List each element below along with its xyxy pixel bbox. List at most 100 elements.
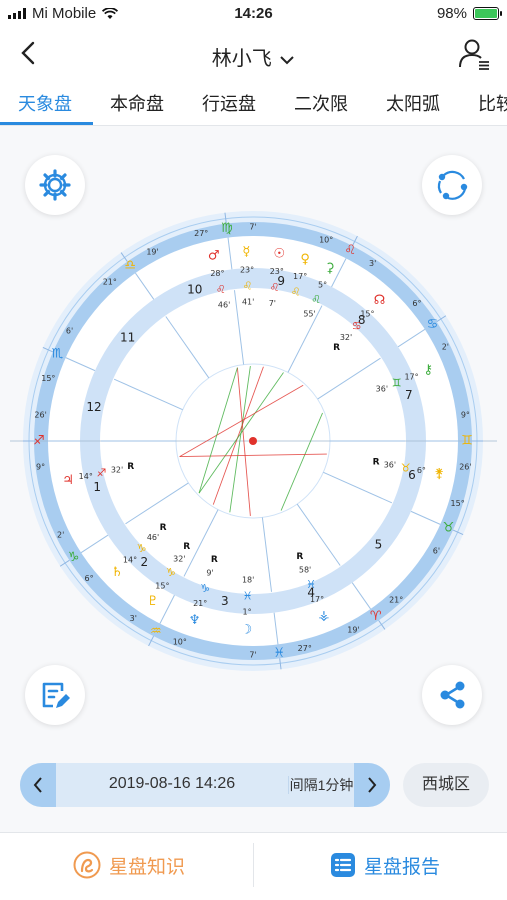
planet-sign: ♌ bbox=[243, 280, 253, 293]
edit-icon bbox=[42, 682, 70, 708]
planet-glyph: ⚷ bbox=[423, 363, 433, 378]
planet-degree: 14° bbox=[79, 472, 93, 481]
planet-minute: 55' bbox=[303, 310, 315, 319]
retrograde-marker: R bbox=[333, 343, 340, 353]
chart-report-button[interactable]: 星盘报告 bbox=[330, 849, 440, 881]
planet-glyph: ♀ bbox=[300, 252, 310, 267]
planet-glyph: ⚵ bbox=[434, 466, 444, 481]
planet-minute: 58' bbox=[299, 565, 311, 574]
planet-sign: ♑ bbox=[200, 582, 210, 595]
house-number: 1 bbox=[93, 480, 101, 494]
planet-degree: 15° bbox=[155, 582, 169, 591]
retrograde-marker: R bbox=[160, 523, 167, 533]
next-time-button[interactable] bbox=[354, 763, 390, 807]
location-button[interactable]: 西城区 bbox=[403, 763, 489, 807]
planet-sign: ♋ bbox=[352, 319, 362, 332]
planet-sign: ♓ bbox=[306, 578, 316, 591]
bottom-bar: 星盘知识 星盘报告 bbox=[0, 832, 507, 900]
chart-area: ♐ 9° 26' ♑ 6° 2' ♒ 10° 3' ♓ 27° 7' ♈ 21° 19' ♉ 15° 6' ♊ 9° 2… bbox=[0, 127, 507, 757]
previous-time-button[interactable] bbox=[20, 763, 56, 807]
chart-type-tabs: 天象盘 本命盘 行运盘 二次限 太阳弧 比较 bbox=[0, 80, 507, 126]
astrology-chart-wheel[interactable]: ♐9°26'♑6°2'♒10°3'♓ 27°7'♈21°19'♉15°6'♊9°2… bbox=[0, 127, 507, 757]
planet-degree: 28° bbox=[210, 269, 224, 278]
clock: 14:26 bbox=[234, 5, 273, 22]
cusp-minute: 7' bbox=[249, 223, 256, 232]
house-number: 7 bbox=[405, 388, 413, 402]
house-number: 10 bbox=[187, 282, 202, 296]
battery-status: 98% bbox=[437, 5, 502, 22]
chart-report-label: 星盘报告 bbox=[364, 856, 441, 878]
house-number: 3 bbox=[221, 594, 229, 608]
cusp-sign-glyph: ♏ bbox=[52, 346, 64, 361]
cusp-minute: 6' bbox=[433, 547, 440, 556]
tab-natal-chart[interactable]: 本命盘 bbox=[110, 90, 164, 116]
settings-button[interactable] bbox=[25, 155, 85, 215]
active-tab-indicator bbox=[0, 122, 93, 125]
tab-comparison[interactable]: 比较 bbox=[478, 90, 507, 116]
planet-degree: 21° bbox=[193, 599, 207, 608]
gear-icon bbox=[39, 169, 71, 201]
cusp-sign-glyph: ♌ bbox=[344, 243, 356, 258]
planet-degree: 17° bbox=[310, 595, 324, 604]
planet-glyph: ⚳ bbox=[325, 261, 335, 276]
cusp-minute: 26' bbox=[459, 463, 471, 472]
cusp-degree: 6° bbox=[412, 299, 421, 308]
tab-transit[interactable]: 行运盘 bbox=[202, 90, 256, 116]
cusp-sign-glyph: ♊ bbox=[461, 434, 473, 449]
share-icon bbox=[440, 681, 465, 709]
planet-minute: 32' bbox=[111, 465, 123, 474]
planet-glyph: ☽ bbox=[241, 622, 253, 637]
time-interval[interactable]: 间隔1分钟 bbox=[288, 776, 354, 794]
aspect-switch-button[interactable] bbox=[422, 155, 482, 215]
planet-degree: 17° bbox=[293, 272, 307, 281]
planet-degree: 6° bbox=[417, 466, 426, 475]
planet-minute: 36' bbox=[376, 384, 388, 393]
planet-degree: 15° bbox=[360, 309, 374, 318]
house-number: 5 bbox=[375, 537, 383, 551]
planet-degree: 5° bbox=[318, 280, 327, 289]
planet-glyph: ♇ bbox=[147, 594, 159, 609]
planet-sign: ♌ bbox=[270, 281, 280, 294]
house-number: 11 bbox=[120, 331, 135, 345]
cusp-degree: 15° bbox=[451, 499, 465, 508]
page-title[interactable]: 林小飞 bbox=[0, 42, 507, 71]
cusp-degree: 9° bbox=[36, 463, 45, 472]
tab-transit-chart[interactable]: 天象盘 bbox=[18, 90, 72, 116]
house-number: 12 bbox=[86, 400, 101, 414]
retrograde-marker: R bbox=[127, 462, 134, 472]
planet-degree: 1° bbox=[242, 607, 251, 616]
planet-minute: 9' bbox=[206, 569, 213, 578]
orbit-icon bbox=[437, 170, 468, 200]
cusp-sign-glyph: ♐ bbox=[33, 434, 45, 449]
cusp-minute: 3' bbox=[130, 614, 137, 623]
chart-knowledge-button[interactable]: 星盘知识 bbox=[73, 849, 185, 881]
planet-degree: 14° bbox=[123, 555, 137, 564]
cusp-minute: 7' bbox=[249, 651, 256, 660]
chevron-down-icon bbox=[280, 56, 294, 65]
cusp-sign-glyph: ♈ bbox=[370, 609, 382, 624]
tab-solar-arc[interactable]: 太阳弧 bbox=[386, 90, 440, 116]
user-profile-icon[interactable] bbox=[457, 36, 491, 70]
share-button[interactable] bbox=[422, 665, 482, 725]
retrograde-marker: R bbox=[296, 552, 303, 562]
cusp-degree: 21° bbox=[389, 596, 403, 605]
planet-sign: ♌ bbox=[311, 293, 321, 306]
cusp-minute: 19' bbox=[347, 625, 359, 634]
planet-sign: ♑ bbox=[137, 542, 147, 555]
house-number: 2 bbox=[140, 555, 148, 569]
cusp-minute: 2' bbox=[57, 530, 64, 539]
cusp-degree: 10° bbox=[173, 638, 187, 647]
tab-secondary-progression[interactable]: 二次限 bbox=[294, 90, 348, 116]
planet-sign: ♌ bbox=[216, 283, 226, 296]
cusp-degree: 27° bbox=[298, 644, 312, 653]
planet-minute: 36' bbox=[384, 461, 396, 470]
chart-datetime[interactable]: 2019-08-16 14:26 bbox=[56, 775, 288, 793]
planet-minute: 32' bbox=[340, 333, 352, 342]
bottom-divider bbox=[253, 843, 254, 887]
cusp-degree: 10° bbox=[319, 235, 333, 244]
edit-chart-button[interactable] bbox=[25, 665, 85, 725]
cusp-degree: 27° bbox=[194, 229, 208, 238]
chevron-left-icon bbox=[33, 777, 42, 793]
planet-minute: 46' bbox=[218, 301, 230, 310]
cusp-minute: 2' bbox=[442, 343, 449, 352]
